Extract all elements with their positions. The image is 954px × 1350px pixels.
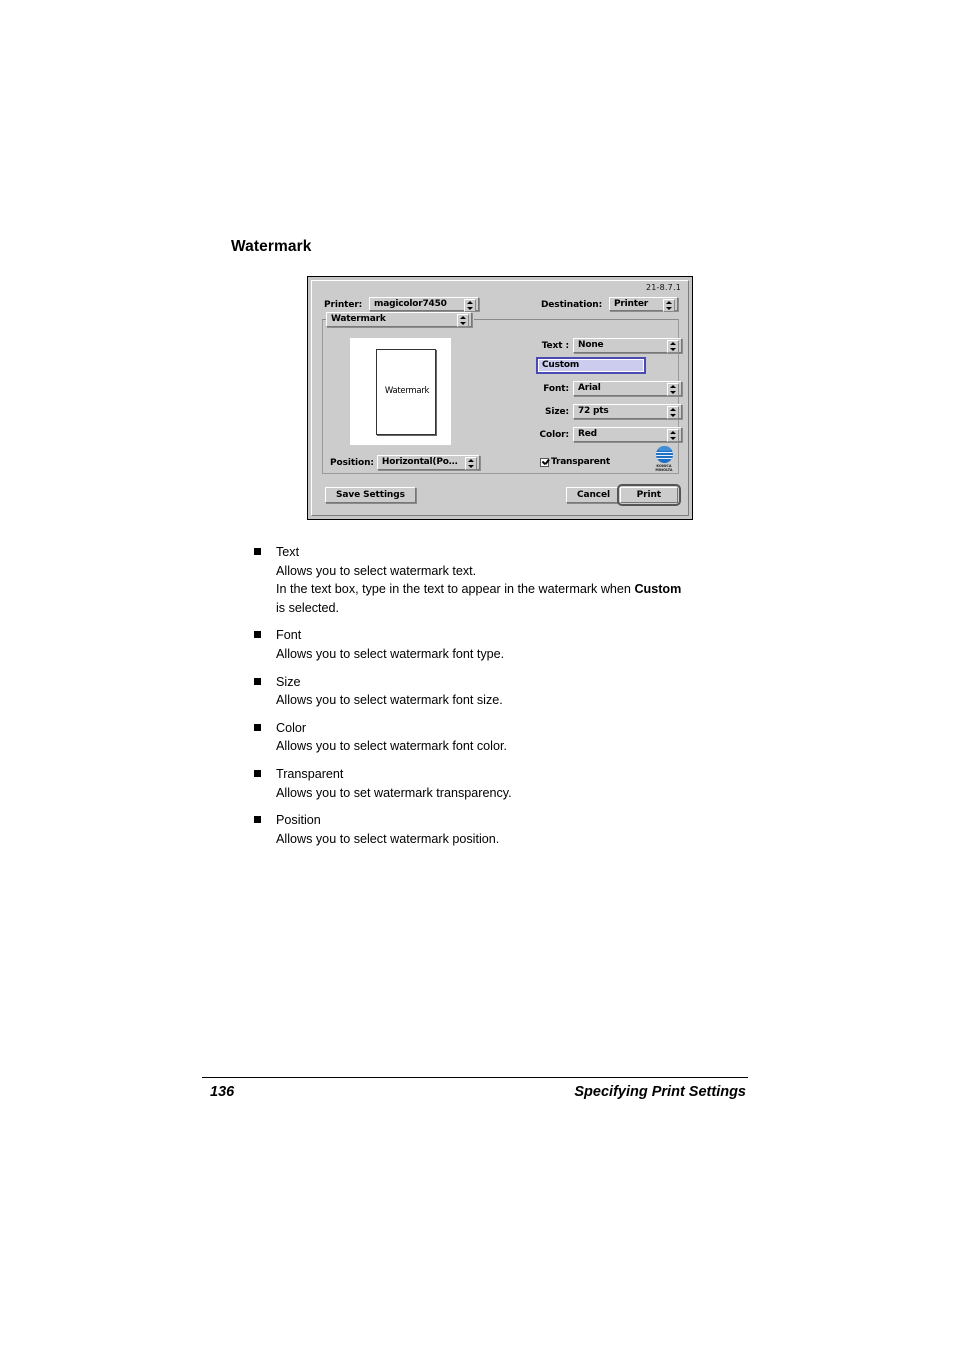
footer-page-number: 136 (210, 1084, 235, 1100)
list-item-title: Text (276, 545, 300, 559)
list-item-body: Allows you to select watermark font type… (276, 646, 505, 661)
list-item-body: Allows you to select watermark font colo… (276, 739, 507, 754)
size-select-value: 72 pts (578, 406, 609, 416)
preview-page-outline: Watermark (376, 349, 436, 435)
destination-select[interactable]: Printer (609, 297, 678, 312)
font-select[interactable]: Arial (573, 381, 682, 396)
chevron-updown-icon (464, 457, 477, 470)
font-select-value: Arial (578, 383, 601, 393)
list-item: Color Allows you to select watermark fon… (254, 719, 774, 756)
size-row: Size: 72 pts (472, 404, 682, 419)
list-item-line: In the text box, type in the text to app… (276, 580, 774, 599)
text-select[interactable]: None (573, 338, 682, 353)
destination-label: Destination: (540, 299, 603, 310)
pane-select[interactable]: Watermark (326, 312, 472, 327)
footer-divider (202, 1077, 748, 1078)
print-button[interactable]: Print (619, 487, 678, 503)
position-select-value: Horizontal(Po… (381, 457, 458, 467)
list-item-line-pre: In the text box, type in the text to app… (276, 582, 635, 597)
color-label: Color: (539, 429, 570, 440)
list-item-title: Size (276, 674, 301, 689)
text-label: Text : (541, 340, 569, 351)
transparent-label: Transparent (551, 457, 610, 467)
list-item-body: Allows you to select watermark text. In … (276, 562, 774, 618)
pane-select-wrap: Watermark (326, 312, 474, 327)
konica-minolta-logo: KONICA MINOLTA (648, 446, 680, 472)
chevron-updown-icon (667, 429, 679, 442)
text-select-value: None (578, 340, 604, 350)
square-bullet-icon (254, 631, 261, 639)
list-item-line-bold: Custom (634, 582, 682, 597)
square-bullet-icon (254, 677, 261, 685)
square-bullet-icon (254, 548, 261, 555)
chevron-updown-icon (663, 299, 675, 312)
printer-select-value: magicolor7450 (374, 299, 447, 309)
chevron-updown-icon (457, 314, 469, 327)
position-row: Position: Horizontal(Po… (330, 455, 480, 470)
square-bullet-icon (254, 816, 261, 824)
printer-row: Printer: magicolor7450 (324, 297, 480, 312)
position-label: Position: (330, 457, 374, 468)
size-label: Size: (544, 406, 569, 417)
save-settings-button[interactable]: Save Settings (325, 487, 416, 503)
checkmark-icon[interactable] (540, 457, 549, 467)
chevron-updown-icon (667, 406, 679, 419)
custom-text-input-value: Custom (542, 360, 580, 370)
destination-select-value: Printer (614, 299, 648, 309)
color-select-value: Red (578, 429, 597, 439)
page-title: Watermark (231, 238, 312, 255)
list-item-title: Transparent (276, 766, 344, 781)
printer-label: Printer: (324, 299, 363, 310)
list-item-title: Font (276, 628, 302, 643)
square-bullet-icon (254, 723, 261, 731)
transparent-checkbox-row[interactable]: Transparent (540, 457, 610, 467)
font-row: Font: Arial (472, 381, 682, 396)
logo-sphere-icon (655, 446, 673, 463)
list-item-line: is selected. (276, 600, 339, 615)
text-row: Text : None (472, 338, 682, 353)
print-dialog-screenshot: 21-8.7.1 Printer: magicolor7450 Destinat… (307, 276, 693, 520)
list-item-body: Allows you to select watermark position. (276, 831, 500, 846)
dialog-body: 21-8.7.1 Printer: magicolor7450 Destinat… (311, 280, 689, 516)
position-select[interactable]: Horizontal(Po… (376, 455, 480, 470)
chevron-updown-icon (464, 299, 477, 312)
list-item-title: Color (276, 720, 307, 735)
cancel-button[interactable]: Cancel (565, 487, 621, 503)
list-item-body: Allows you to select watermark font size… (276, 693, 503, 708)
watermark-preview: Watermark (350, 338, 451, 445)
pane-select-value: Watermark (331, 314, 386, 324)
custom-text-input[interactable]: Custom (536, 357, 646, 374)
list-item: Transparent Allows you to set watermark … (254, 765, 774, 802)
list-item-line: Allows you to select watermark text. (276, 563, 477, 578)
footer-section-title: Specifying Print Settings (574, 1084, 746, 1100)
print-button-default-ring: Print (616, 484, 681, 506)
feature-description-list: Text Allows you to select watermark text… (254, 543, 774, 848)
size-select[interactable]: 72 pts (573, 404, 682, 419)
driver-version-label: 21-8.7.1 (645, 283, 681, 292)
list-item-title: Position (276, 813, 321, 828)
destination-row: Destination: Printer (540, 297, 678, 312)
square-bullet-icon (254, 769, 261, 777)
chevron-updown-icon (667, 383, 679, 396)
list-item: Position Allows you to select watermark … (254, 811, 774, 848)
list-item: Size Allows you to select watermark font… (254, 673, 774, 710)
printer-select[interactable]: magicolor7450 (369, 297, 480, 312)
font-label: Font: (543, 383, 569, 394)
list-item: Font Allows you to select watermark font… (254, 626, 774, 663)
color-row: Color: Red (472, 427, 682, 442)
list-item-body: Allows you to set watermark transparency… (276, 785, 512, 800)
color-select[interactable]: Red (573, 427, 682, 442)
preview-watermark-text: Watermark (384, 386, 430, 396)
list-item: Text Allows you to select watermark text… (254, 543, 774, 617)
chevron-updown-icon (667, 340, 679, 353)
logo-wordmark: KONICA MINOLTA (655, 464, 673, 472)
